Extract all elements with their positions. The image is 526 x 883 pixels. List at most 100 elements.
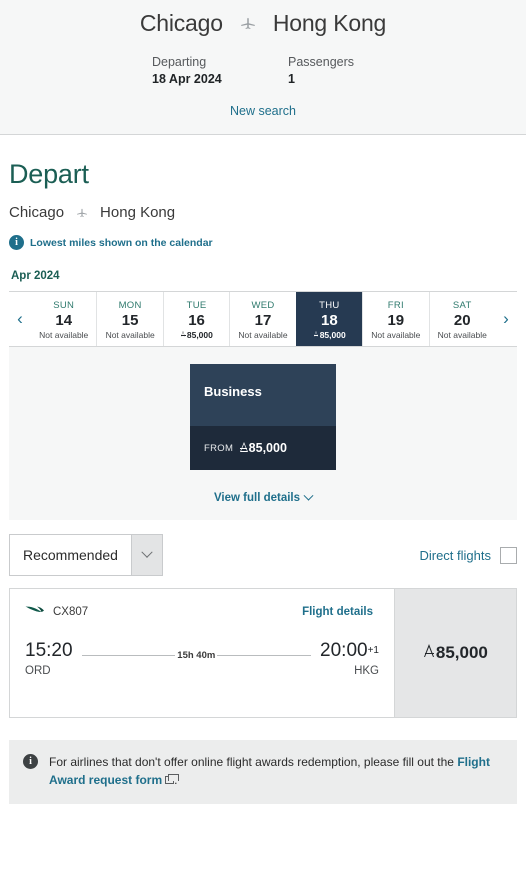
calendar-day-price-value: 85,000 [319, 329, 346, 340]
calendar-day-number: 20 [453, 311, 471, 329]
filter-bar: Recommended Direct flights [0, 520, 526, 588]
view-details-row: View full details [9, 488, 517, 506]
info-icon: i [23, 754, 38, 769]
external-link-icon [165, 774, 180, 784]
calendar-day-14[interactable]: SUN 14 Not available [31, 292, 96, 346]
duration-indicator: 15h 40m [73, 650, 321, 661]
calendar-day-16[interactable]: TUE 16 85,000 [162, 292, 229, 346]
view-full-details-label: View full details [213, 492, 301, 504]
arrival-day-offset: +1 [367, 645, 379, 656]
departure-airport-code: ORD [25, 664, 51, 677]
calendar-day-weekday: WED [251, 299, 275, 311]
search-summary-header: Chicago Hong Kong Departing 18 Apr 2024 … [0, 0, 526, 135]
calendar-month-label: Apr 2024 [11, 270, 60, 282]
arrival-airport-code: HKG [354, 664, 379, 677]
calendar-day-18[interactable]: THU 18 85,000 [295, 292, 363, 346]
new-search-link[interactable]: New search [230, 104, 296, 118]
notice-text: For airlines that don't offer online fli… [49, 753, 503, 789]
plane-icon [237, 14, 259, 36]
cabin-price-value: 85,000 [248, 441, 287, 455]
sort-select[interactable]: Recommended [9, 534, 163, 576]
flight-main: CX807 Flight details 15:20 ORD 15h 40m 2… [10, 589, 394, 717]
passengers-label: Passengers [288, 55, 355, 69]
flight-number: CX807 [53, 606, 89, 618]
calendar-day-number: 17 [254, 311, 272, 329]
cabin-card-business[interactable]: Business FROM 85,000 [190, 364, 336, 470]
passengers-block: Passengers 1 [288, 55, 384, 86]
notice-text-before: For airlines that don't offer online fli… [49, 755, 454, 769]
chevron-down-icon [303, 490, 314, 501]
passengers-value: 1 [288, 72, 295, 86]
new-search-row: New search [0, 102, 526, 120]
calendar-day-status: Not available [437, 329, 487, 340]
depart-destination: Hong Kong [100, 204, 176, 221]
lowest-miles-note: i Lowest miles shown on the calendar [9, 235, 517, 250]
asia-miles-icon [313, 330, 319, 338]
carrier-info: CX807 [25, 603, 88, 621]
calendar-day-status: Not available [105, 329, 155, 340]
cabin-price: 85,000 [239, 441, 287, 455]
cabin-name: Business [204, 384, 262, 399]
asia-miles-icon [239, 442, 248, 453]
calendar-day-number: 16 [188, 311, 205, 329]
calendar-next-arrow-icon[interactable]: › [495, 292, 517, 346]
calendar-strip: ‹ SUN 14 Not available MON 15 Not available TU… [9, 291, 517, 347]
info-icon: i [9, 235, 24, 250]
calendar-day-status: Not available [238, 329, 288, 340]
calendar-day-weekday: SAT [452, 299, 472, 311]
origin-city: Chicago [139, 10, 223, 36]
calendar-day-weekday: MON [118, 299, 142, 311]
calendar-day-status: Not available [39, 329, 89, 340]
flight-duration: 15h 40m [177, 650, 216, 661]
asia-miles-icon [423, 644, 435, 659]
cabin-from-label: FROM [204, 442, 234, 454]
cabin-panel: Business FROM 85,000 View full details [9, 347, 517, 520]
search-meta-row: Departing 18 Apr 2024 Passengers 1 [0, 55, 526, 86]
lowest-miles-text: Lowest miles shown on the calendar [30, 236, 213, 249]
award-notice: i For airlines that don't offer online f… [9, 740, 517, 804]
direct-flights-toggle[interactable]: Direct flights [419, 546, 517, 564]
plane-icon [74, 206, 90, 222]
departure-time: 15:20 [25, 640, 73, 661]
departure-endpoint: 15:20 ORD [25, 641, 73, 677]
calendar-day-17[interactable]: WED 17 Not available [229, 292, 295, 346]
calendar-day-weekday: THU [319, 299, 340, 311]
view-full-details-link[interactable]: View full details [213, 490, 314, 504]
depart-origin: Chicago [9, 204, 65, 221]
flight-price-cell[interactable]: 85,000 [394, 589, 516, 717]
calendar-day-number: 15 [121, 311, 139, 329]
calendar-day-price-value: 85,000 [186, 329, 213, 340]
calendar-day-status: Not available [371, 329, 421, 340]
calendar-prev-arrow-icon[interactable]: ‹ [9, 292, 31, 346]
flight-price-value: 85,000 [435, 643, 488, 662]
flight-top-row: CX807 Flight details [25, 603, 379, 621]
arrival-endpoint: 20:00+1 HKG [320, 641, 379, 677]
cabin-card-top: Business [190, 364, 336, 426]
calendar-day-price: 85,000 [180, 330, 213, 340]
page-title: Depart [9, 159, 89, 189]
flight-details-link[interactable]: Flight details [302, 606, 373, 618]
flight-price: 85,000 [423, 643, 488, 663]
calendar-day-weekday: TUE [186, 299, 207, 311]
flight-timeline: 15:20 ORD 15h 40m 20:00+1 HKG [25, 641, 379, 677]
depart-section: Depart Chicago Hong Kong i Lowest miles … [0, 135, 526, 347]
flight-result-row[interactable]: CX807 Flight details 15:20 ORD 15h 40m 2… [9, 588, 517, 718]
calendar-day-15[interactable]: MON 15 Not available [96, 292, 162, 346]
arrival-time: 20:00+1 [320, 641, 379, 661]
calendar-day-20[interactable]: SAT 20 Not available [428, 292, 495, 346]
calendar-day-weekday: FRI [387, 299, 404, 311]
arrival-time-value: 20:00 [320, 640, 368, 661]
route-heading: Chicago Hong Kong [0, 10, 526, 37]
calendar-day-price: 85,000 [313, 330, 346, 340]
calendar-day-19[interactable]: FRI 19 Not available [362, 292, 428, 346]
departing-block: Departing 18 Apr 2024 [152, 55, 248, 86]
cabin-card-bottom: FROM 85,000 [190, 426, 336, 470]
chevron-down-icon [130, 535, 162, 575]
direct-flights-label: Direct flights [419, 547, 491, 563]
calendar-days: SUN 14 Not available MON 15 Not available TUE 1… [31, 292, 495, 346]
depart-route: Chicago Hong Kong [9, 204, 517, 221]
calendar-day-weekday: SUN [53, 299, 75, 311]
cathay-brushwing-icon [25, 603, 45, 621]
direct-flights-checkbox[interactable] [500, 546, 517, 564]
duration-line-left [81, 655, 176, 656]
